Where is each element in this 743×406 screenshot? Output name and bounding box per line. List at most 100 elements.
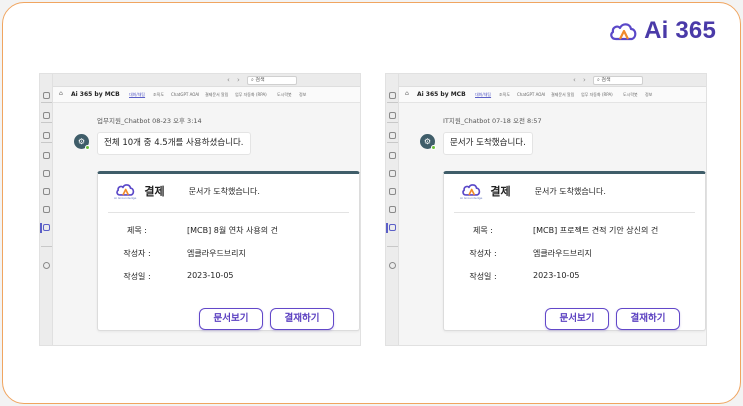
card-logo: Ai Groundedge (114, 182, 136, 200)
app-tab-bar: ⌂ Ai 365 by MCB 대화/채팅 조직도 ChatGPT AOAI 결… (53, 87, 360, 103)
field-value: 2023-10-05 (533, 271, 580, 280)
card-divider (454, 212, 695, 213)
brand-name: Ai 365 (644, 17, 716, 44)
card-message: 문서가 도착했습니다. (534, 186, 606, 196)
activity-icon[interactable] (43, 92, 50, 99)
search-input[interactable]: ⌕ 검색 (247, 76, 297, 85)
tab-rpa[interactable]: 업무 자동화 (RPA) (235, 91, 267, 99)
rail-label (41, 102, 52, 103)
search-placeholder: 검색 (601, 77, 611, 83)
search-placeholder: 검색 (255, 77, 265, 83)
rail-label (41, 122, 52, 123)
back-arrow-icon[interactable]: ‹ (573, 75, 576, 85)
calendar-icon[interactable] (43, 152, 50, 159)
bot-avatar: ⚙ (420, 134, 436, 150)
message-bubble: 전체 10개 중 4.5개를 사용하셨습니다. (97, 132, 251, 155)
tab-info[interactable]: 정보 (645, 91, 652, 99)
card-header: Ai Groundedge 결제 문서가 도착했습니다. (114, 182, 260, 200)
tab-approval[interactable]: 결제문서 알림 (551, 91, 574, 99)
app-icon: ⌂ (405, 90, 409, 97)
field-label: 작성자 : (469, 249, 497, 258)
cloud-logo-icon (610, 23, 637, 41)
app-rail (40, 74, 53, 345)
card-divider (108, 212, 349, 213)
ai365-app-icon[interactable] (43, 224, 50, 231)
online-status-dot (85, 145, 90, 150)
calls-icon[interactable] (389, 170, 396, 177)
calls-icon[interactable] (43, 170, 50, 177)
view-document-button[interactable]: 문서보기 (545, 308, 609, 330)
teams-screenshot-left: ‹ › ⌕ 검색 ⌂ Ai 365 by MCB 대화/채팅 조직도 ChatG… (39, 73, 361, 346)
approval-card: Ai Groundedge 결제 문서가 도착했습니다. 제목 : [MCB] … (97, 171, 360, 331)
card-title: 결제 (490, 185, 511, 198)
approval-card: Ai Groundedge 결제 문서가 도착했습니다. 제목 : [MCB] … (443, 171, 706, 331)
approve-button[interactable]: 결재하기 (616, 308, 680, 330)
tab-info[interactable]: 정보 (299, 91, 306, 99)
active-indicator (386, 223, 388, 233)
message-sender: 업무지원_Chatbot 08-23 오후 3:14 (97, 117, 202, 125)
view-document-button[interactable]: 문서보기 (199, 308, 263, 330)
title-bar: ‹ › ⌕ 검색 (399, 74, 706, 87)
promo-frame: Ai 365 ‹ › ⌕ 검색 ⌂ Ai 365 by MCB 대화/채팅 조직… (2, 2, 741, 404)
tab-chat[interactable]: 대화/채팅 (129, 91, 145, 99)
tab-org[interactable]: 조직도 (153, 91, 164, 99)
field-value: [MCB] 8월 연차 사용의 건 (187, 226, 278, 235)
ai365-app-icon[interactable] (389, 224, 396, 231)
rail-label (41, 142, 52, 143)
onedrive-icon[interactable] (43, 188, 50, 195)
search-input[interactable]: ⌕ 검색 (593, 76, 643, 85)
tab-rpa[interactable]: 업무 자동화 (RPA) (581, 91, 613, 99)
field-value: 엠클라우드브리지 (533, 249, 592, 258)
active-indicator (40, 223, 42, 233)
chat-icon[interactable] (43, 112, 50, 119)
field-label: 제목 : (473, 226, 493, 235)
app-icon: ⌂ (59, 90, 63, 97)
field-label: 작성자 : (123, 249, 151, 258)
card-logo: Ai Groundedge (460, 182, 482, 200)
logo-subtext: Ai Groundedge (114, 196, 137, 200)
card-message: 문서가 도착했습니다. (188, 186, 260, 196)
app-tab-bar: ⌂ Ai 365 by MCB 대화/채팅 조직도 ChatGPT AOAI 결… (399, 87, 706, 103)
help-icon[interactable] (389, 262, 396, 269)
tab-chat[interactable]: 대화/채팅 (475, 91, 491, 99)
chat-icon[interactable] (389, 112, 396, 119)
field-value: 엠클라우드브리지 (187, 249, 246, 258)
store-icon[interactable] (43, 206, 50, 213)
calendar-icon[interactable] (389, 152, 396, 159)
help-icon[interactable] (43, 262, 50, 269)
teams-icon[interactable] (43, 132, 50, 139)
more-apps-icon[interactable] (41, 246, 52, 247)
approve-button[interactable]: 결재하기 (270, 308, 334, 330)
brand-logo: Ai 365 (608, 17, 716, 45)
tab-approval[interactable]: 결제문서 알림 (205, 91, 228, 99)
tab-lunch[interactable]: 도시락봇 (623, 91, 638, 99)
app-title: Ai 365 by MCB (417, 91, 466, 98)
message-bubble: 문서가 도착했습니다. (443, 132, 533, 155)
card-header: Ai Groundedge 결제 문서가 도착했습니다. (460, 182, 606, 200)
field-label: 작성일 : (469, 272, 497, 281)
field-value: [MCB] 프로젝트 견적 기안 상신의 건 (533, 226, 659, 235)
message-sender: IT지원_Chatbot 07-18 오전 8:57 (443, 117, 542, 125)
more-apps-icon[interactable] (387, 246, 398, 247)
online-status-dot (431, 145, 436, 150)
cloud-logo-icon (462, 184, 481, 196)
tab-lunch[interactable]: 도시락봇 (277, 91, 292, 99)
field-value: 2023-10-05 (187, 271, 234, 280)
teams-icon[interactable] (389, 132, 396, 139)
field-label: 제목 : (127, 226, 147, 235)
forward-arrow-icon[interactable]: › (237, 75, 240, 85)
tab-org[interactable]: 조직도 (499, 91, 510, 99)
title-bar: ‹ › ⌕ 검색 (53, 74, 360, 87)
tab-chatgpt[interactable]: ChatGPT AOAI (171, 91, 199, 99)
forward-arrow-icon[interactable]: › (583, 75, 586, 85)
store-icon[interactable] (389, 206, 396, 213)
rail-label (387, 122, 398, 123)
cloud-logo-icon (116, 184, 135, 196)
card-title: 결제 (144, 185, 165, 198)
onedrive-icon[interactable] (389, 188, 396, 195)
activity-icon[interactable] (389, 92, 396, 99)
tab-chatgpt[interactable]: ChatGPT AOAI (517, 91, 545, 99)
back-arrow-icon[interactable]: ‹ (227, 75, 230, 85)
field-label: 작성일 : (123, 272, 151, 281)
rail-label (387, 102, 398, 103)
